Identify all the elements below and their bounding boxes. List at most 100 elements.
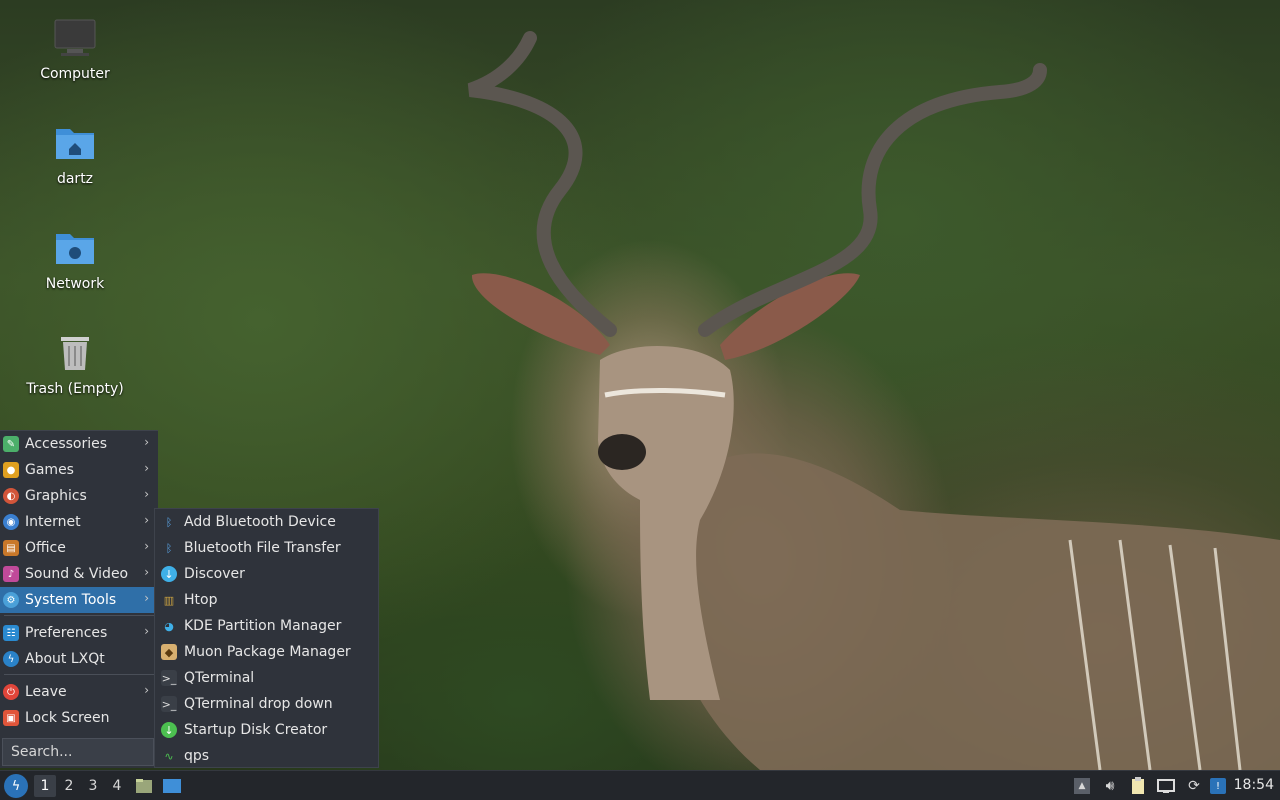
submenu-item-label: qps [184,748,210,764]
submenu-item-label: Htop [184,592,218,608]
desktop-switch-3[interactable]: 3 [82,775,104,797]
chevron-up-icon: ▲ [1074,778,1090,794]
file-manager-launcher[interactable] [134,776,154,796]
show-desktop-button[interactable] [162,776,182,796]
menu-separator [4,674,154,675]
chevron-right-icon: › [144,565,149,579]
trash-icon [61,337,89,370]
menu-item-preferences[interactable]: ☷ Preferences › [0,620,158,646]
lxqt-icon: ϟ [11,778,21,794]
clipboard-icon [1132,777,1144,794]
office-icon: ▤ [3,540,19,556]
desktop-switch-2[interactable]: 2 [58,775,80,797]
menu-item-label: System Tools [25,592,117,608]
submenu-item-kde-partition-manager[interactable]: ◕ KDE Partition Manager [155,613,380,639]
accessories-icon: ✎ [3,436,19,452]
muon-icon: ◆ [161,644,177,660]
menu-item-label: About LXQt [25,651,105,667]
update-notifier-button[interactable]: ⟳ [1184,776,1204,796]
application-menu: ✎ Accessories › ● Games › ◐ Graphics › ◉… [0,430,158,768]
chevron-right-icon: › [144,461,149,475]
graphics-icon: ◐ [3,488,19,504]
desktop-icon-label: Computer [40,66,110,82]
lxqt-icon: ϟ [3,651,19,667]
chevron-right-icon: › [144,487,149,501]
menu-item-label: Accessories [25,436,108,452]
desktop-icon-label: dartz [56,171,94,187]
menu-item-graphics[interactable]: ◐ Graphics › [0,483,158,509]
menu-item-internet[interactable]: ◉ Internet › [0,509,158,535]
submenu-item-bluetooth-file-transfer[interactable]: ᛒ Bluetooth File Transfer [155,535,380,561]
menu-item-office[interactable]: ▤ Office › [0,535,158,561]
lock-icon: ▣ [3,710,19,726]
menu-item-label: Office [25,540,66,556]
chevron-right-icon: › [144,513,149,527]
menu-search-input[interactable]: Search... [2,738,154,766]
submenu-item-label: QTerminal drop down [184,696,333,712]
startup-disk-icon: ↓ [161,722,177,738]
qps-icon: ∿ [164,749,174,763]
desktop-switch-1[interactable]: 1 [34,775,56,797]
menu-item-accessories[interactable]: ✎ Accessories › [0,431,158,457]
submenu-item-htop[interactable]: ▥ Htop [155,587,380,613]
submenu-item-label: Startup Disk Creator [184,722,328,738]
submenu-item-discover[interactable]: ↓ Discover [155,561,380,587]
submenu-item-label: QTerminal [184,670,255,686]
submenu-item-label: Bluetooth File Transfer [184,540,341,556]
submenu-item-qps[interactable]: ∿ qps [155,743,380,769]
volume-icon: 🔊︎ [1105,778,1115,794]
submenu-item-add-bluetooth-device[interactable]: ᛒ Add Bluetooth Device [155,509,380,535]
terminal-icon: >_ [161,696,177,712]
menu-item-leave[interactable]: ⏻ Leave › [0,679,158,705]
submenu-item-muon-package-manager[interactable]: ◆ Muon Package Manager [155,639,380,665]
menu-item-label: Preferences [25,625,108,641]
menu-item-label: Internet [25,514,81,530]
chevron-right-icon: › [144,435,149,449]
submenu-item-qterminal[interactable]: >_ QTerminal [155,665,380,691]
computer-icon [54,19,96,56]
file-manager-icon [136,779,152,793]
menu-item-label: Games [25,462,74,478]
menu-item-label: Graphics [25,488,87,504]
system-tools-icon: ⚙ [3,592,19,608]
bluetooth-icon: ᛒ [165,541,173,555]
desktop-switch-4[interactable]: 4 [106,775,128,797]
desktop-icon-label: Network [45,276,105,292]
submenu-item-label: Discover [184,566,245,582]
partition-manager-icon: ◕ [164,619,174,633]
submenu-item-qterminal-drop-down[interactable]: >_ QTerminal drop down [155,691,380,717]
clock[interactable]: 18:54 [1234,777,1274,793]
menu-item-system-tools[interactable]: ⚙ System Tools › [0,587,158,613]
chevron-right-icon: › [144,539,149,553]
power-icon: ⏻ [3,684,19,700]
menu-item-games[interactable]: ● Games › [0,457,158,483]
htop-icon: ▥ [163,593,175,607]
submenu-item-startup-disk-creator[interactable]: ↓ Startup Disk Creator [155,717,380,743]
clipboard-button[interactable] [1128,776,1148,796]
menu-separator [4,615,154,616]
desktop-icon-trash[interactable]: Trash (Empty) [20,331,130,397]
menu-item-sound-video[interactable]: ♪ Sound & Video › [0,561,158,587]
desktop-icon-home[interactable]: dartz [20,121,130,187]
chevron-right-icon: › [144,683,149,697]
refresh-icon: ⟳ [1188,778,1200,794]
terminal-icon: >_ [161,670,177,686]
games-icon: ● [3,462,19,478]
submenu-item-label: Muon Package Manager [184,644,351,660]
desktop-icon-computer[interactable]: Computer [20,16,130,82]
desktop-icon-network[interactable]: Network [20,226,130,292]
preferences-icon: ☷ [3,625,19,641]
discover-icon: ↓ [161,566,177,582]
internet-icon: ◉ [3,514,19,530]
volume-button[interactable]: 🔊︎ [1100,776,1120,796]
tray-expand-button[interactable]: ▲ [1072,776,1092,796]
menu-item-label: Leave [25,684,67,700]
menu-item-about-lxqt[interactable]: ϟ About LXQt [0,646,158,672]
network-button[interactable] [1156,776,1176,796]
notification-button[interactable]: ! [1208,776,1228,796]
menu-item-lock-screen[interactable]: ▣ Lock Screen [0,705,158,731]
desktop-icon-label: Trash (Empty) [26,381,124,397]
system-tools-submenu: ᛒ Add Bluetooth Device ᛒ Bluetooth File … [154,508,379,768]
menu-item-label: Sound & Video [25,566,129,582]
application-menu-button[interactable]: ϟ [4,774,28,798]
